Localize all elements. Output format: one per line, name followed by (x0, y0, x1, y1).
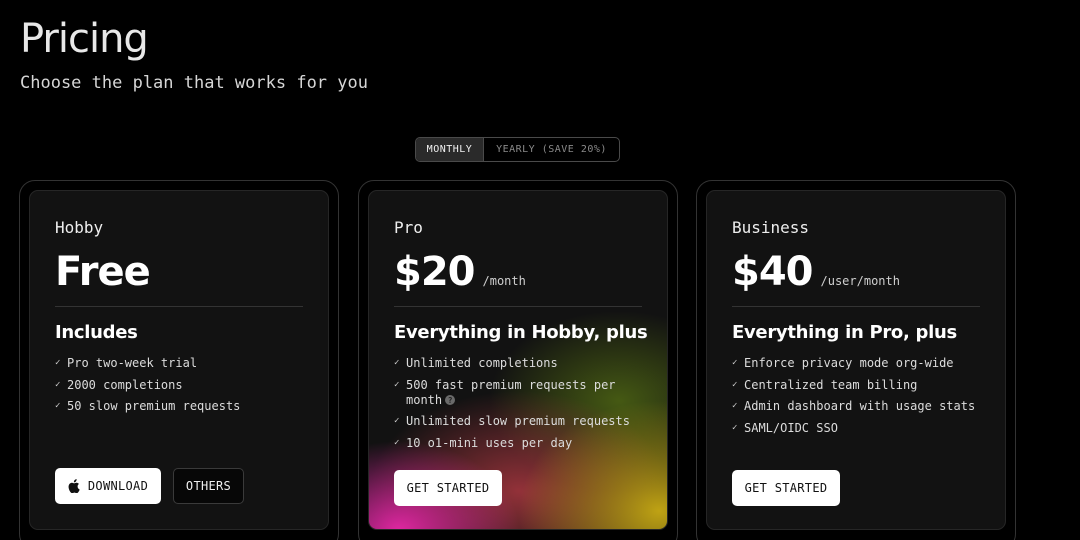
get-started-button[interactable]: GET STARTED (394, 470, 502, 506)
plan-card-business: Business $40 /user/month Everything in P… (696, 180, 1016, 540)
feature-item: 2000 completions (55, 378, 303, 393)
feature-item: 10 o1-mini uses per day (394, 436, 642, 451)
feature-item: Unlimited completions (394, 356, 642, 371)
others-button[interactable]: OTHERS (173, 468, 244, 504)
feature-item: Unlimited slow premium requests (394, 414, 642, 429)
plan-period: /user/month (820, 274, 900, 288)
feature-item: 50 slow premium requests (55, 399, 303, 414)
divider (394, 306, 642, 307)
plan-price: Free (55, 249, 151, 295)
feature-item: 500 fast premium requests per month? (394, 378, 642, 408)
feature-item: Enforce privacy mode org-wide (732, 356, 980, 371)
feature-item: SAML/OIDC SSO (732, 421, 980, 436)
get-started-button[interactable]: GET STARTED (732, 470, 840, 506)
feature-list: Enforce privacy mode org-wide Centralize… (732, 356, 980, 442)
plan-card-body: Pro $20 /month Everything in Hobby, plus… (368, 190, 668, 530)
plan-name: Business (732, 218, 810, 237)
get-started-button-label: GET STARTED (744, 481, 828, 495)
feature-item: Admin dashboard with usage stats (732, 399, 980, 414)
plan-name: Pro (394, 218, 423, 237)
get-started-button-label: GET STARTED (406, 481, 490, 495)
page-subtitle: Choose the plan that works for you (20, 73, 368, 93)
feature-list: Pro two-week trial 2000 completions 50 s… (55, 356, 303, 421)
plan-price: $40 (732, 249, 813, 295)
info-icon[interactable]: ? (445, 395, 456, 405)
plan-card-hobby: Hobby Free Includes Pro two-week trial 2… (19, 180, 339, 540)
includes-heading: Everything in Pro, plus (732, 322, 957, 343)
page-title: Pricing (20, 16, 149, 62)
divider (55, 306, 303, 307)
feature-item: Pro two-week trial (55, 356, 303, 371)
feature-text: 500 fast premium requests per month (406, 377, 616, 407)
divider (732, 306, 980, 307)
monthly-toggle-button[interactable]: MONTHLY (416, 138, 484, 161)
feature-item: Centralized team billing (732, 378, 980, 393)
plan-price: $20 (394, 249, 475, 295)
apple-icon (68, 479, 80, 493)
feature-list: Unlimited completions 500 fast premium r… (394, 356, 642, 457)
download-button[interactable]: DOWNLOAD (55, 468, 161, 504)
yearly-toggle-button[interactable]: YEARLY (SAVE 20%) (484, 138, 619, 161)
includes-heading: Everything in Hobby, plus (394, 322, 648, 343)
plan-card-body: Business $40 /user/month Everything in P… (706, 190, 1006, 530)
download-button-label: DOWNLOAD (87, 479, 149, 493)
others-button-label: OTHERS (185, 479, 232, 493)
plan-name: Hobby (55, 218, 104, 237)
includes-heading: Includes (55, 322, 138, 343)
plan-card-body: Hobby Free Includes Pro two-week trial 2… (29, 190, 329, 530)
plan-card-pro: Pro $20 /month Everything in Hobby, plus… (358, 180, 678, 540)
plan-period: /month (482, 274, 526, 288)
billing-toggle: MONTHLY YEARLY (SAVE 20%) (415, 137, 620, 162)
